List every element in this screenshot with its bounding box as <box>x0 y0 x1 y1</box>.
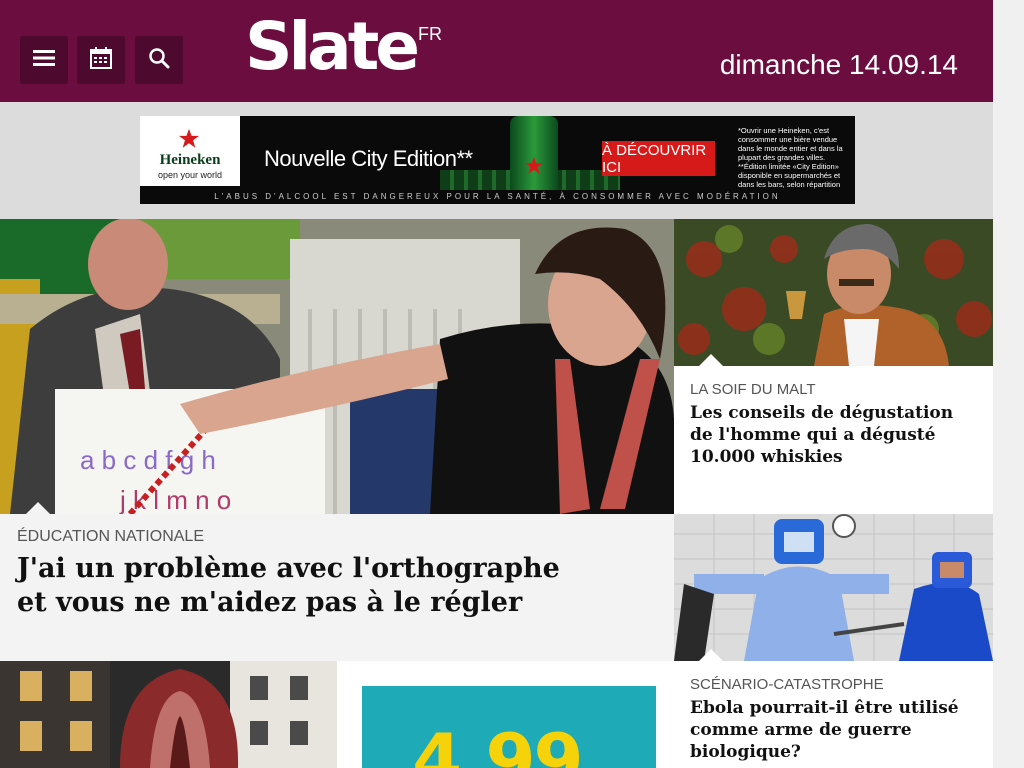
heineken-ad-banner[interactable]: Heineken open your world Nouvelle City E… <box>140 116 855 204</box>
ad-bottle-image <box>510 116 558 191</box>
page-scrollbar[interactable] <box>993 0 1024 768</box>
ad-title: Nouvelle City Edition** <box>264 146 473 171</box>
site-header: Slate FR dimanche 14.09.14 <box>0 0 993 102</box>
article-card-ebola[interactable]: SCÉNARIO-CATASTROPHE Ebola pourrait-il ê… <box>674 514 993 768</box>
menu-button[interactable] <box>20 36 68 84</box>
ad-alcohol-warning: L'ABUS D'ALCOOL EST DANGEREUX POUR LA SA… <box>140 190 855 204</box>
article-image-whisky[interactable] <box>674 219 993 366</box>
article-title-line[interactable]: 10.000 whiskies <box>690 446 953 468</box>
article-title-line[interactable]: Les conseils de dégustation <box>690 402 953 424</box>
ad-tagline: open your world <box>157 170 223 180</box>
heineken-logo: Heineken open your world <box>140 116 240 186</box>
promo-card[interactable]: 4,99 <box>337 661 674 768</box>
article-image-main[interactable]: a b c d f g h j k l m n o <box>0 219 674 519</box>
search-icon <box>148 47 170 74</box>
search-button[interactable] <box>135 36 183 84</box>
image-notch <box>699 649 723 661</box>
article-card-whisky[interactable]: LA SOIF DU MALT Les conseils de dégustat… <box>674 219 993 514</box>
edition-label: FR <box>418 24 442 44</box>
image-notch <box>699 354 723 366</box>
article-kicker[interactable]: LA SOIF DU MALT <box>690 381 816 398</box>
article-title-line[interactable]: et vous ne m'aidez pas à le régler <box>17 586 560 620</box>
site-logo[interactable]: Slate <box>245 14 420 80</box>
article-title-line[interactable]: Ebola pourrait-il être utilisé <box>690 697 959 719</box>
red-star-icon <box>178 128 200 148</box>
article-image-ebola[interactable] <box>674 514 993 661</box>
article-kicker[interactable]: SCÉNARIO-CATASTROPHE <box>690 676 884 693</box>
article-kicker[interactable]: ÉDUCATION NATIONALE <box>17 528 204 546</box>
date-value: 14.09.14 <box>849 49 958 80</box>
menu-icon <box>33 49 55 72</box>
article-card-bottom[interactable] <box>0 661 337 768</box>
ad-brand: Heineken <box>159 152 221 168</box>
current-date: dimanche 14.09.14 <box>720 49 958 81</box>
svg-text:a b c d f g h: a b c d f g h <box>80 445 216 475</box>
promo-banner[interactable]: 4,99 <box>362 686 656 768</box>
article-title-line[interactable]: J'ai un problème avec l'orthographe <box>17 552 560 586</box>
svg-text:j k l m n o: j k l m n o <box>119 485 231 514</box>
article-title[interactable]: J'ai un problème avec l'orthographe et v… <box>17 552 560 620</box>
promo-price: 4,99 <box>412 718 584 768</box>
ad-legal-text: *Ouvrir une Heineken, c'est consommer un… <box>738 126 843 198</box>
ad-cta-button[interactable]: À DÉCOUVRIR ICI <box>602 141 715 176</box>
article-title-line[interactable]: comme arme de guerre <box>690 719 959 741</box>
article-title-line[interactable]: de l'homme qui a dégusté <box>690 424 953 446</box>
image-notch <box>26 502 50 514</box>
article-card-main[interactable]: a b c d f g h j k l m n o ÉDUCATION NATI… <box>0 219 674 661</box>
article-title[interactable]: Les conseils de dégustation de l'homme q… <box>690 402 953 468</box>
ad-band: Heineken open your world Nouvelle City E… <box>0 102 993 219</box>
article-image-bottom[interactable] <box>0 661 337 768</box>
calendar-icon <box>89 46 113 75</box>
calendar-button[interactable] <box>77 36 125 84</box>
article-title[interactable]: Ebola pourrait-il être utilisé comme arm… <box>690 697 959 763</box>
date-day: dimanche <box>719 49 842 80</box>
bottle-star-icon <box>524 156 544 174</box>
article-title-line[interactable]: biologique? <box>690 741 959 763</box>
